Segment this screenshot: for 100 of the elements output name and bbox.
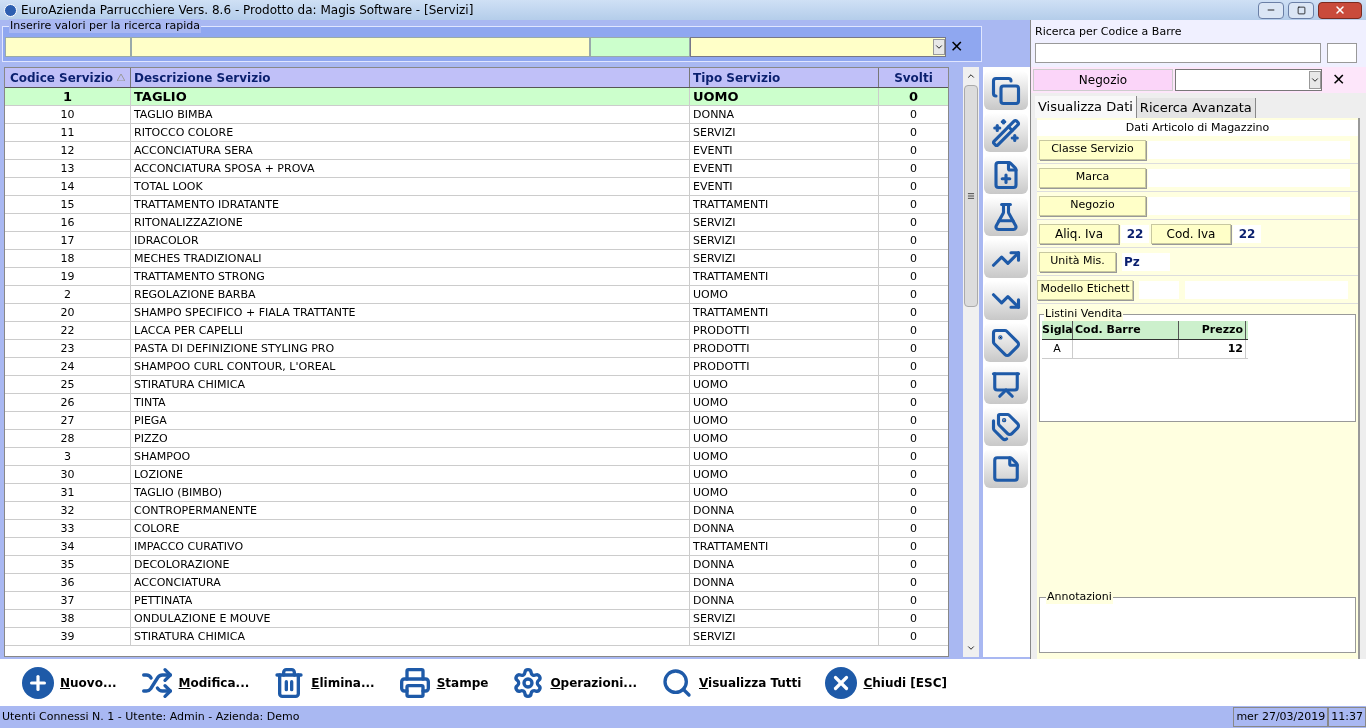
shuffle-icon xyxy=(140,666,173,699)
table-cell: 20 xyxy=(5,304,131,321)
side-tool-button[interactable] xyxy=(984,239,1029,278)
field-label-button[interactable]: Aliq. Iva xyxy=(1039,223,1119,244)
table-row[interactable]: 28 PIZZO UOMO 0 xyxy=(5,430,948,448)
column-header[interactable]: Prezzo xyxy=(1179,321,1246,339)
folders-icon xyxy=(991,75,1022,106)
description-search-field[interactable] xyxy=(131,37,590,57)
toolbar-button[interactable]: Operazioni... xyxy=(510,662,645,703)
table-row[interactable]: 11 RITOCCO COLORE SERVIZI 0 xyxy=(5,124,948,142)
table-row[interactable]: 30 LOZIONE UOMO 0 xyxy=(5,466,948,484)
minimize-button[interactable] xyxy=(1258,1,1284,19)
column-header[interactable]: Tipo Servizio xyxy=(690,68,879,87)
table-row[interactable]: 1 TAGLIO UOMO 0 xyxy=(5,88,948,106)
tab[interactable]: Visualizza Dati xyxy=(1035,95,1137,118)
table-cell: DONNA xyxy=(690,106,879,123)
table-row[interactable]: 25 STIRATURA CHIMICA UOMO 0 xyxy=(5,376,948,394)
table-row[interactable]: 14 TOTAL LOOK EVENTI 0 xyxy=(5,178,948,196)
field-label-button[interactable]: Marca xyxy=(1039,167,1146,188)
scroll-thumb[interactable] xyxy=(964,85,978,307)
table-cell: COLORE xyxy=(131,520,690,537)
side-tool-button[interactable] xyxy=(984,281,1029,320)
table-row[interactable]: 27 PIEGA UOMO 0 xyxy=(5,412,948,430)
table-row[interactable]: 23 PASTA DI DEFINIZIONE STYLING PRO PRODOTTI 0 xyxy=(5,340,948,358)
table-row[interactable]: 15 TRATTAMENTO IDRATANTE TRATTAMENTI 0 xyxy=(5,196,948,214)
table-row[interactable]: 34 IMPACCO CURATIVO TRATTAMENTI 0 xyxy=(5,538,948,556)
table-cell: 36 xyxy=(5,574,131,591)
toolbar-button[interactable]: Chiudi [ESC] xyxy=(823,662,955,703)
column-header[interactable]: Codice Servizio xyxy=(5,68,131,87)
table-cell: 15 xyxy=(5,196,131,213)
field-label-button[interactable]: Cod. Iva xyxy=(1151,223,1231,244)
toolbar-button[interactable]: Modifica... xyxy=(138,662,258,703)
field-label-button[interactable]: Negozio xyxy=(1039,195,1146,216)
table-cell: 31 xyxy=(5,484,131,501)
field-value[interactable] xyxy=(1148,196,1350,215)
close-button[interactable] xyxy=(1318,1,1362,19)
column-header[interactable]: Cod. Barre xyxy=(1073,321,1179,339)
table-row[interactable]: 17 IDRACOLOR SERVIZI 0 xyxy=(5,232,948,250)
table-row[interactable]: 26 TINTA UOMO 0 xyxy=(5,394,948,412)
tab[interactable]: Ricerca Avanzata xyxy=(1136,97,1256,118)
maximize-button[interactable] xyxy=(1288,1,1314,19)
table-row[interactable]: 3 SHAMPOO UOMO 0 xyxy=(5,448,948,466)
side-tool-button[interactable] xyxy=(984,71,1029,110)
table-row[interactable]: 12 ACCONCIATURA SERA EVENTI 0 xyxy=(5,142,948,160)
table-row[interactable]: 37 PETTINATA DONNA 0 xyxy=(5,592,948,610)
table-row[interactable]: 39 STIRATURA CHIMICA SERVIZI 0 xyxy=(5,628,948,646)
table-cell: 0 xyxy=(879,430,948,447)
table-cell: 0 xyxy=(879,448,948,465)
table-row[interactable]: 2 REGOLAZIONE BARBA UOMO 0 xyxy=(5,286,948,304)
side-tool-button[interactable] xyxy=(984,449,1029,488)
column-header[interactable]: Svolti xyxy=(879,68,948,87)
table-row[interactable]: 32 CONTROPERMANENTE DONNA 0 xyxy=(5,502,948,520)
table-row[interactable]: 13 ACCONCIATURA SPOSA + PROVA EVENTI 0 xyxy=(5,160,948,178)
field-value[interactable] xyxy=(1148,140,1350,159)
column-header[interactable]: Sigla xyxy=(1042,321,1073,339)
field-label-button[interactable]: Unità Mis. xyxy=(1039,251,1116,272)
code-search-field[interactable] xyxy=(5,37,131,57)
barcode-extra-field[interactable] xyxy=(1327,42,1357,63)
table-row[interactable]: 18 MECHES TRADIZIONALI SERVIZI 0 xyxy=(5,250,948,268)
side-tool-button[interactable] xyxy=(984,323,1029,362)
toolbar-button[interactable]: Visualizza Tutti xyxy=(659,662,810,703)
type-dropdown[interactable] xyxy=(690,37,946,57)
table-row[interactable]: 20 SHAMPO SPECIFICO + FIALA TRATTANTE TRATTAMENTI 0 xyxy=(5,304,948,322)
table-row[interactable]: 36 ACCONCIATURA DONNA 0 xyxy=(5,574,948,592)
field-label-button[interactable]: Classe Servizio xyxy=(1039,139,1146,160)
scrollbar[interactable] xyxy=(963,67,979,657)
side-tool-button[interactable] xyxy=(984,197,1029,236)
side-tool-button[interactable] xyxy=(984,407,1029,446)
side-tool-button[interactable] xyxy=(984,113,1029,152)
clear-shop-button[interactable]: ✕ xyxy=(1332,71,1346,88)
extra-search-field[interactable] xyxy=(590,37,690,57)
field-value[interactable] xyxy=(1185,280,1348,299)
table-row[interactable]: 33 COLORE DONNA 0 xyxy=(5,520,948,538)
toolbar-button[interactable]: Nuovo... xyxy=(20,662,125,703)
side-tool-button[interactable] xyxy=(984,365,1029,404)
clear-search-button[interactable]: ✕ xyxy=(950,39,964,55)
table-row[interactable]: 10 TAGLIO BIMBA DONNA 0 xyxy=(5,106,948,124)
table-cell: SHAMPOO xyxy=(131,448,690,465)
toolbar-button[interactable]: Elimina... xyxy=(271,662,383,703)
table-cell: SHAMPO SPECIFICO + FIALA TRATTANTE xyxy=(131,304,690,321)
table-row[interactable]: 19 TRATTAMENTO STRONG TRATTAMENTI 0 xyxy=(5,268,948,286)
table-row[interactable]: 22 LACCA PER CAPELLI PRODOTTI 0 xyxy=(5,322,948,340)
field-value[interactable] xyxy=(1139,280,1179,299)
shop-filter-button[interactable]: Negozio xyxy=(1033,68,1173,91)
field-value[interactable] xyxy=(1148,168,1350,187)
table-row[interactable]: 38 ONDULAZIONE E MOUVE SERVIZI 0 xyxy=(5,610,948,628)
side-tool-button[interactable] xyxy=(984,155,1029,194)
status-date: mer 27/03/2019 xyxy=(1233,707,1329,727)
table-cell: 0 xyxy=(879,160,948,177)
barcode-field[interactable] xyxy=(1035,42,1321,63)
field-label-button[interactable]: Modello Etichett xyxy=(1037,279,1133,300)
shop-dropdown[interactable] xyxy=(1175,68,1322,91)
table-row[interactable]: 35 DECOLORAZIONE DONNA 0 xyxy=(5,556,948,574)
table-row[interactable]: 31 TAGLIO (BIMBO) UOMO 0 xyxy=(5,484,948,502)
scroll-down-icon xyxy=(966,643,976,653)
toolbar-button[interactable]: Stampe xyxy=(396,662,497,703)
table-cell: 34 xyxy=(5,538,131,555)
table-row[interactable]: 24 SHAMPOO CURL CONTOUR, L'OREAL PRODOTTI 0 xyxy=(5,358,948,376)
column-header[interactable]: Descrizione Servizio xyxy=(131,68,690,87)
table-row[interactable]: 16 RITONALIZZAZIONE SERVIZI 0 xyxy=(5,214,948,232)
